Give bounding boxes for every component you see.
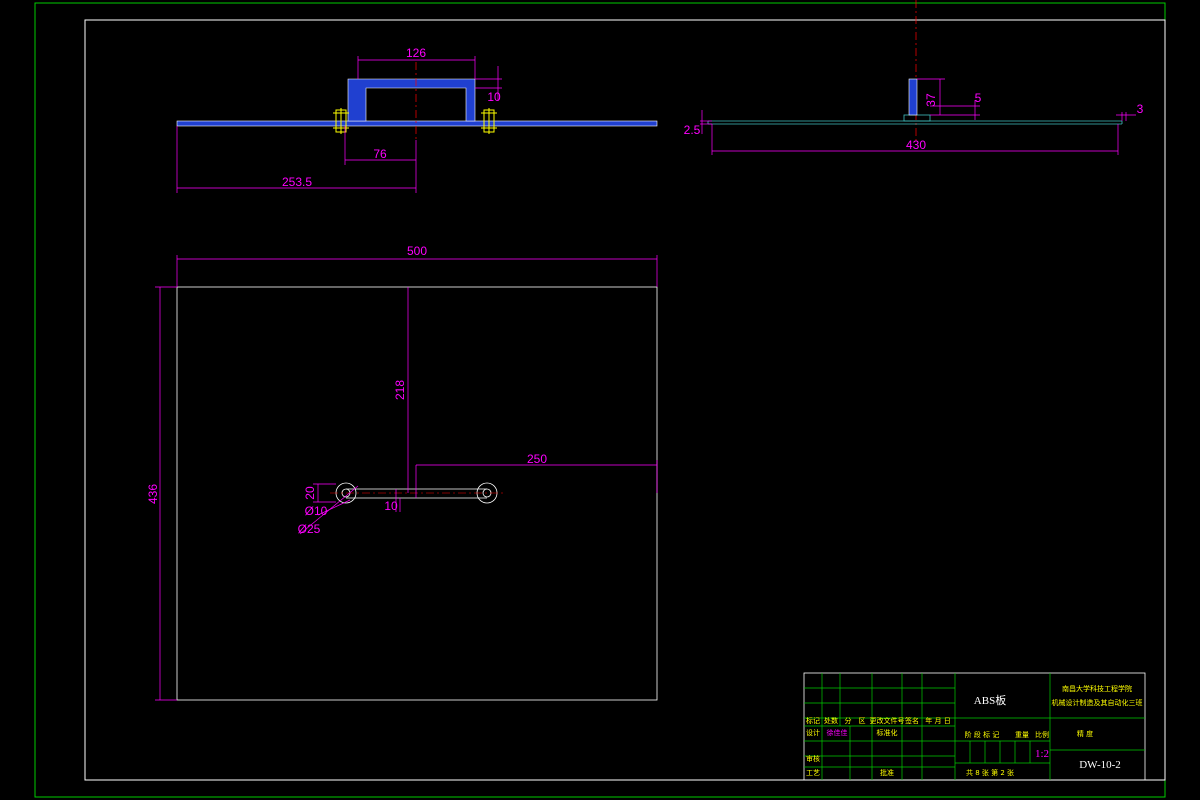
dim-phi10: Ø10 [305, 504, 328, 518]
tb-school-2: 机械设计制造及其自动化三班 [1052, 698, 1143, 707]
tb-stage-2: 比例 [1035, 730, 1049, 739]
tb-header-2: 分 [845, 716, 852, 725]
tb-stage-0: 阶 段 标 记 [965, 730, 1000, 739]
dim-500: 500 [407, 244, 427, 258]
front-view: 126 10 76 253.5 [176, 46, 658, 193]
tb-header-5: 签名 [905, 716, 919, 725]
tb-standard-label: 标准化 [877, 728, 898, 737]
dim-10-front: 10 [487, 90, 501, 104]
tb-header-6: 年 月 日 [925, 716, 950, 725]
tb-part-name: ABS板 [974, 693, 1006, 707]
dim-5: 5 [975, 91, 982, 105]
tb-process-label: 工艺 [806, 769, 820, 777]
tb-header-3: 区 [859, 717, 866, 725]
top-view: 500 436 218 250 20 Ø10 Ø25 10 [146, 244, 658, 701]
dim-218: 218 [393, 380, 407, 400]
top-plate-outline [176, 286, 658, 701]
tb-stage-1: 重量 [1015, 731, 1029, 739]
side-rib [908, 78, 918, 116]
tb-review-label: 审核 [806, 754, 820, 763]
tb-school-1: 南昌大学科技工程学院 [1062, 684, 1132, 693]
dim-37: 37 [924, 93, 938, 107]
tb-drawing-no: DW-10-2 [1079, 759, 1121, 771]
tb-header-1: 处数 [824, 716, 838, 725]
dim-126: 126 [406, 46, 426, 60]
dim-phi25: Ø25 [298, 522, 321, 536]
tb-design-label: 设计 [806, 728, 820, 737]
front-plate [176, 120, 658, 127]
title-block: ABS板 南昌大学科技工程学院 机械设计制造及其自动化三班 标记 处数 分 区 … [803, 672, 1146, 781]
side-view: 37 5 2.5 3 430 [684, 0, 1144, 155]
front-bracket [347, 78, 476, 122]
inner-border [84, 19, 1166, 781]
dim-250: 250 [527, 452, 547, 466]
tb-approve-label: 批准 [880, 768, 894, 777]
cad-drawing: 126 10 76 253.5 37 5 2.5 3 430 500 436 2… [34, 0, 1166, 798]
tb-sheet-info: 共 8 张 第 2 张 [966, 768, 1014, 777]
dim-253-5: 253.5 [282, 175, 312, 189]
dim-20: 20 [303, 486, 317, 500]
tb-header-4: 更改文件号 [870, 716, 905, 725]
dim-3: 3 [1137, 102, 1144, 116]
dim-2-5: 2.5 [684, 123, 701, 137]
tb-material-note: 精 度 [1077, 729, 1093, 738]
dim-430: 430 [906, 138, 926, 152]
dim-76: 76 [373, 147, 387, 161]
tb-designer: 徐佳佳 [827, 728, 848, 737]
tb-header-0: 标记 [806, 716, 820, 725]
dim-10-link: 10 [384, 499, 398, 513]
dim-436: 436 [146, 484, 160, 504]
tb-scale: 1:2 [1035, 748, 1049, 760]
